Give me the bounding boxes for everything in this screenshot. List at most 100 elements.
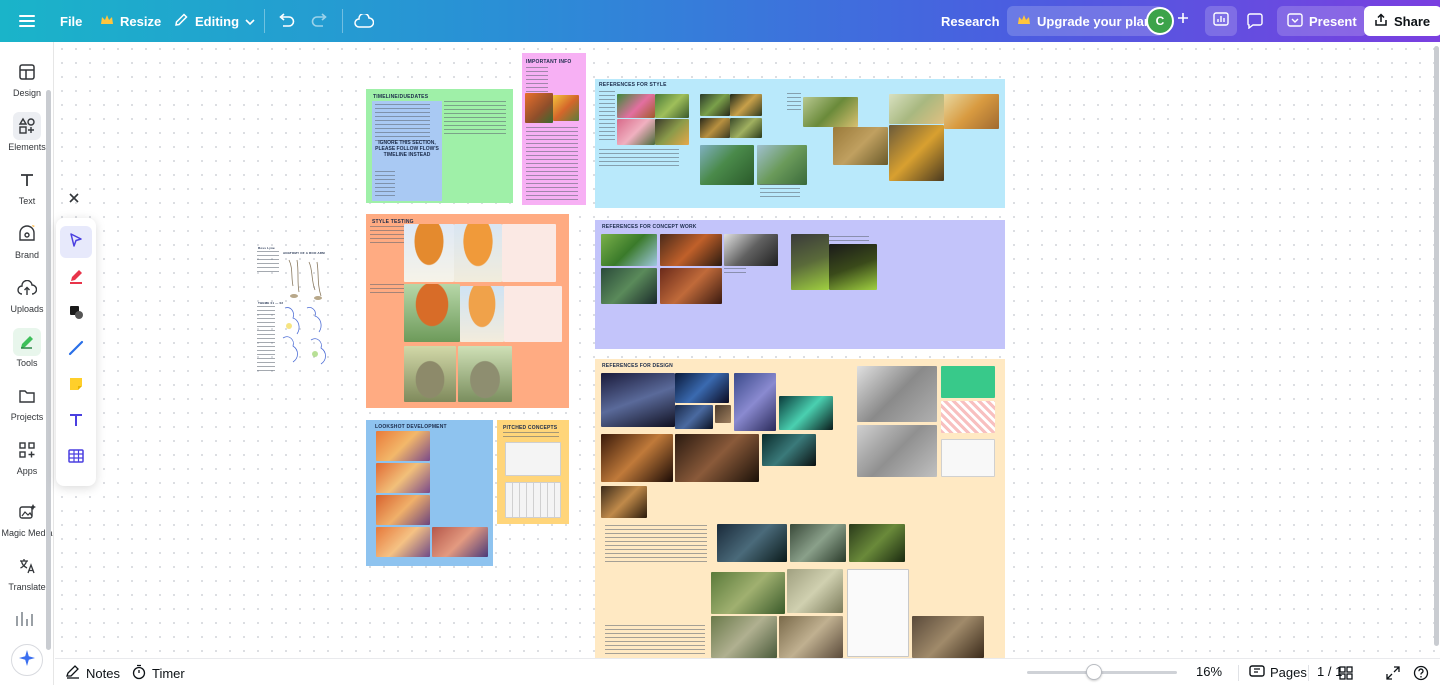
ref-design-title: REFERENCES FOR DESIGN xyxy=(602,363,673,369)
text-block xyxy=(760,184,800,198)
reference-image xyxy=(779,616,843,658)
lookshot-section[interactable]: LOOKSHOT DEVELOPMENT xyxy=(366,420,493,566)
shape-tool-button[interactable] xyxy=(60,298,92,330)
pitched-concepts-section[interactable]: PITCHED CONCEPTS xyxy=(497,420,569,524)
tools-flyout-panel xyxy=(56,218,96,486)
research-link[interactable]: Research xyxy=(941,14,1000,29)
reference-image xyxy=(711,616,777,658)
cloud-saved-icon[interactable] xyxy=(350,7,378,35)
lookshot-frame-image xyxy=(376,527,430,557)
text-block xyxy=(526,127,578,201)
sidebar-item-label: Uploads xyxy=(10,304,44,314)
design-canvas[interactable]: Ross Lyne ANATOMY OF A ROO ARM THEME 01 … xyxy=(55,42,1440,659)
reference-image xyxy=(711,572,785,614)
pitched-title: PITCHED CONCEPTS xyxy=(503,425,558,431)
timeline-section[interactable]: TIMELINE/DUEDATES IGNORE THIS SECTION, P… xyxy=(366,89,513,203)
reference-image xyxy=(730,94,762,116)
important-title: IMPORTANT INFO xyxy=(526,59,572,65)
reference-image xyxy=(889,94,944,124)
fullscreen-icon[interactable] xyxy=(1386,666,1400,680)
references-style-section[interactable]: REFERENCES FOR STYLE xyxy=(595,79,1005,208)
text-icon xyxy=(67,411,85,434)
reference-image xyxy=(790,524,846,562)
sidebar-scrollbar[interactable] xyxy=(46,90,51,650)
select-tool-button[interactable] xyxy=(60,226,92,258)
map-sketch-image xyxy=(847,569,909,657)
reference-image xyxy=(700,118,730,138)
sidebar-item-label: Magic Media xyxy=(1,528,53,538)
sidebar-item-label: Elements xyxy=(8,142,46,152)
grid-view-icon[interactable] xyxy=(1339,666,1353,680)
hamburger-menu-icon[interactable] xyxy=(13,7,41,35)
references-concept-section[interactable]: REFERENCES FOR CONCEPT WORK xyxy=(595,220,1005,349)
lookshot-frame-image xyxy=(432,527,488,557)
line-tool-button[interactable] xyxy=(60,334,92,366)
reference-image xyxy=(779,396,833,430)
zoom-level[interactable]: 16% xyxy=(1196,664,1222,679)
lookshot-frame-image xyxy=(376,431,430,461)
comment-icon[interactable] xyxy=(1241,7,1269,35)
reference-image xyxy=(601,486,647,518)
help-icon[interactable] xyxy=(1413,665,1429,681)
file-menu-button[interactable]: File xyxy=(52,6,90,36)
lookshot-frame-image xyxy=(376,463,430,493)
red-pen-icon xyxy=(67,267,85,290)
pen-tool-icon xyxy=(13,328,41,356)
pages-button[interactable]: Pages xyxy=(1249,664,1307,681)
table-tool-button[interactable] xyxy=(60,442,92,474)
style-testing-section[interactable]: STYLE TESTING xyxy=(366,214,569,408)
sidebar-item-label: Brand xyxy=(14,250,40,260)
bottom-bar: Notes Timer 16% Pages 1 / 1 xyxy=(55,658,1440,685)
text-tool-button[interactable] xyxy=(60,406,92,438)
timeline-note-panel: IGNORE THIS SECTION, PLEASE FOLLOW FLOW'… xyxy=(372,101,442,201)
model-sheet-image xyxy=(857,425,937,477)
folder-icon xyxy=(13,382,41,410)
present-label: Present xyxy=(1309,13,1357,29)
text-block xyxy=(599,91,615,141)
reference-image xyxy=(787,569,843,613)
translate-icon xyxy=(13,552,41,580)
text-block xyxy=(257,306,275,372)
upgrade-plan-button[interactable]: Upgrade your plan xyxy=(1007,6,1164,36)
analytics-button[interactable] xyxy=(1205,6,1237,36)
references-design-section[interactable]: REFERENCES FOR DESIGN xyxy=(595,359,1005,659)
model-sheet-image xyxy=(857,366,937,422)
sidebar-item-label: Apps xyxy=(16,466,38,476)
diagram-image xyxy=(941,401,995,433)
avatar[interactable]: C xyxy=(1146,7,1174,35)
sketch-notes-group[interactable]: Ross Lyne ANATOMY OF A ROO ARM THEME 01 … xyxy=(255,246,335,376)
sticky-note-button[interactable] xyxy=(60,370,92,402)
cursor-icon xyxy=(68,232,84,253)
reference-image xyxy=(601,268,657,304)
redo-icon[interactable] xyxy=(306,7,334,35)
important-info-section[interactable]: IMPORTANT INFO xyxy=(522,53,586,205)
line-icon xyxy=(67,339,85,362)
text-icon xyxy=(13,166,41,194)
storyboard-image xyxy=(505,482,561,518)
canvas-vertical-scrollbar[interactable] xyxy=(1434,46,1439,646)
text-block xyxy=(599,149,679,167)
table-icon xyxy=(67,447,85,470)
shapes-icon xyxy=(67,303,85,326)
zoom-slider-track[interactable] xyxy=(1027,671,1177,674)
reference-image xyxy=(675,405,713,429)
add-collaborator-icon[interactable] xyxy=(1176,11,1190,30)
resize-button[interactable]: Resize xyxy=(92,6,169,36)
notes-button[interactable]: Notes xyxy=(65,664,120,683)
text-block xyxy=(257,251,279,273)
diagram-image xyxy=(941,366,995,398)
charts-icon[interactable] xyxy=(13,608,35,635)
ref-concept-title: REFERENCES FOR CONCEPT WORK xyxy=(602,224,697,230)
reference-image xyxy=(803,97,858,127)
close-icon[interactable] xyxy=(65,189,83,207)
reference-image xyxy=(675,373,729,403)
timer-button[interactable]: Timer xyxy=(131,664,185,683)
pen-tool-button[interactable] xyxy=(60,262,92,294)
present-button[interactable]: Present xyxy=(1277,6,1367,36)
share-button[interactable]: Share xyxy=(1364,6,1440,36)
editing-mode-button[interactable]: Editing xyxy=(165,6,263,36)
magic-assistant-button[interactable] xyxy=(11,644,43,676)
undo-icon[interactable] xyxy=(272,7,300,35)
zoom-slider-handle[interactable] xyxy=(1086,664,1102,680)
reference-image xyxy=(675,434,759,482)
